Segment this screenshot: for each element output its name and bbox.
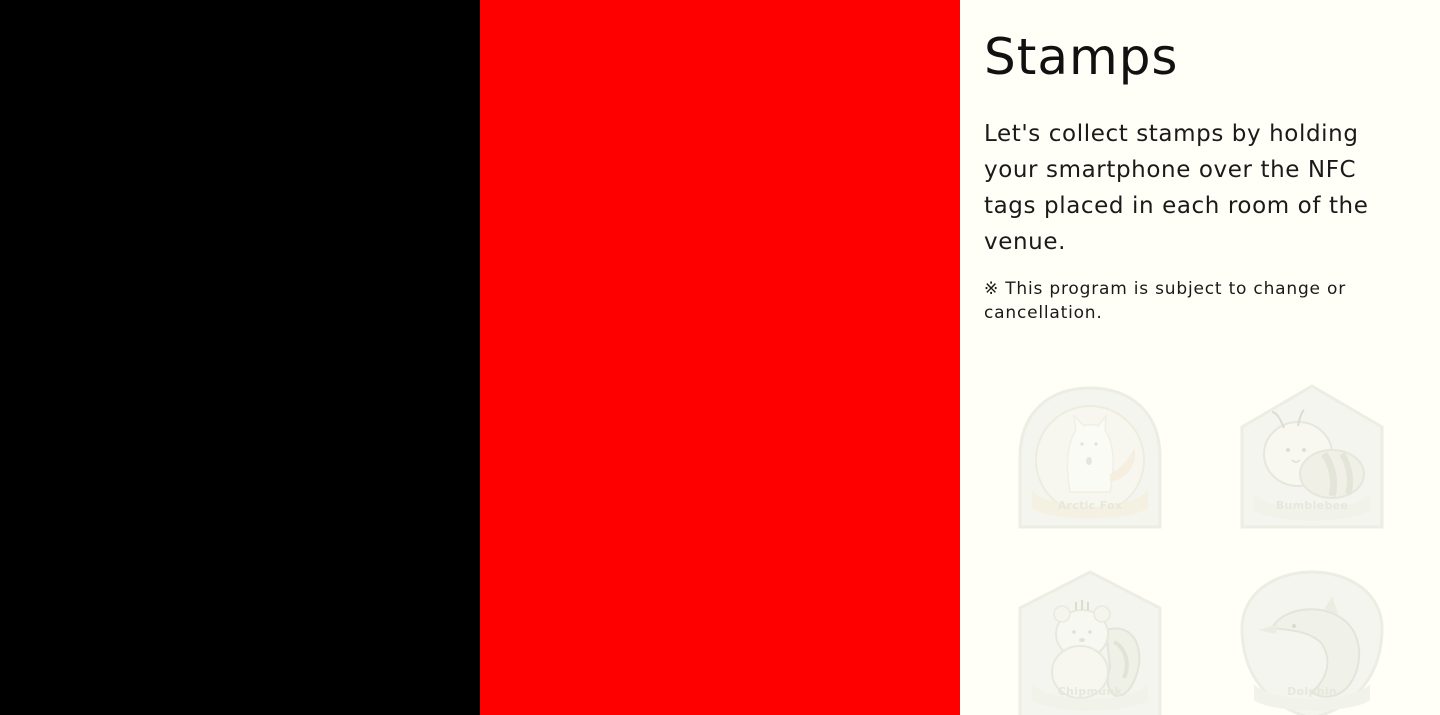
stamp-chipmunk[interactable]: Chipmunk: [1010, 568, 1170, 715]
stamp-label-dolphin: Dolphin: [1287, 685, 1337, 698]
stamp-label-arctic-fox: Arctic Fox: [1057, 499, 1123, 512]
stamp-label-bumblebee: Bumblebee: [1275, 499, 1349, 512]
stamp-label-chipmunk: Chipmunk: [1057, 685, 1123, 698]
stamp-bumblebee[interactable]: Bumblebee: [1232, 382, 1392, 542]
bumblebee-icon: [1240, 384, 1384, 529]
middle-color-panel: [480, 0, 960, 715]
left-color-panel: [0, 0, 480, 715]
stamp-dolphin[interactable]: Dolphin: [1232, 568, 1392, 715]
stamp-arctic-fox[interactable]: Arctic Fox: [1010, 382, 1170, 542]
stamps-panel: Stamps Let's collect stamps by holding y…: [960, 0, 1440, 715]
arctic-fox-icon: [1018, 386, 1162, 529]
stamps-note: ※ This program is subject to change or c…: [984, 279, 1346, 323]
stamps-description: Let's collect stamps by holding your sma…: [984, 121, 1369, 255]
page-title: Stamps: [984, 28, 1179, 86]
